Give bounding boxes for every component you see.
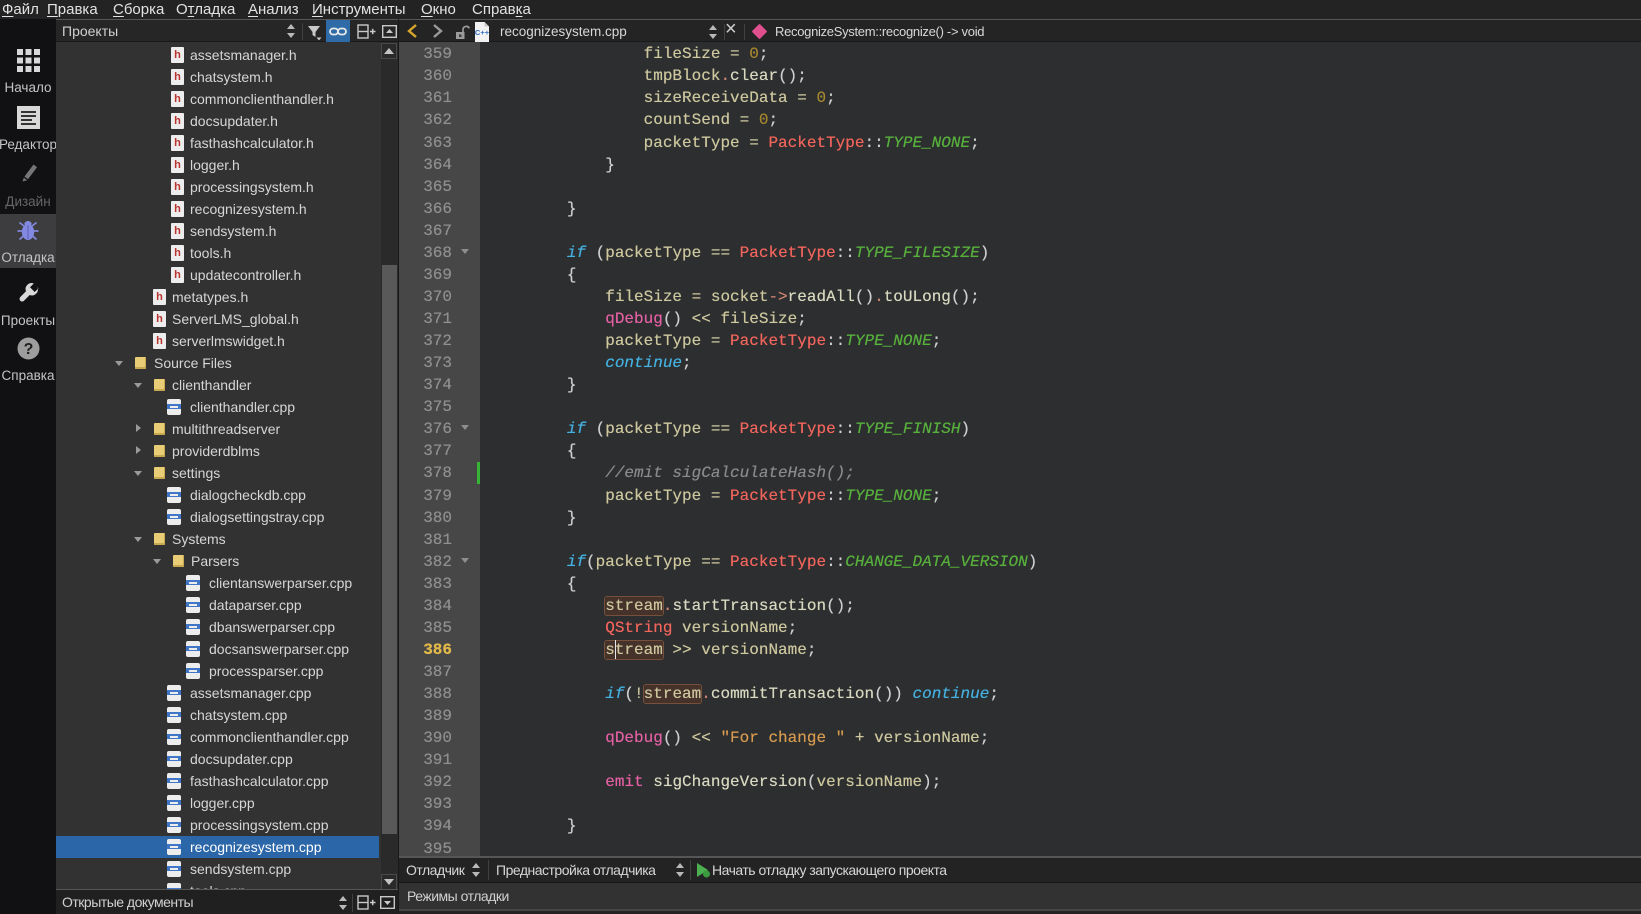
svg-text:C++: C++	[475, 28, 490, 37]
svg-text:?: ?	[24, 341, 34, 358]
